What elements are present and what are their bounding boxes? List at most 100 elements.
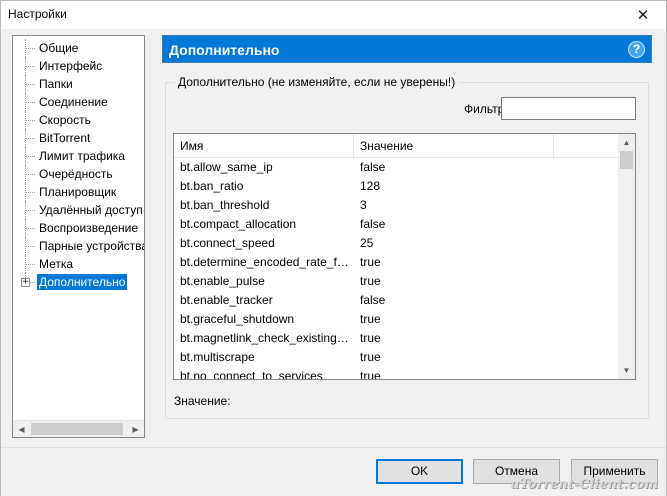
tree-connector [25, 111, 35, 129]
tree-item[interactable]: Общие [13, 39, 144, 57]
tree-connector [25, 129, 35, 147]
table-row[interactable]: bt.ban_threshold 3 [174, 196, 619, 215]
table-row[interactable]: bt.ban_ratio 128 [174, 177, 619, 196]
setting-value: true [360, 312, 381, 326]
dialog-footer: OK Отмена Применить uTorrent-Client.com [1, 447, 666, 496]
setting-value: false [360, 293, 386, 307]
setting-name: bt.determine_encoded_rate_fo... [180, 255, 352, 269]
setting-value: true [360, 331, 381, 345]
setting-name: bt.multiscrape [180, 350, 255, 364]
tree-item[interactable]: Планировщик [13, 183, 144, 201]
settings-list: Имя Значение bt.allow_same_ip false bt.ban… [173, 133, 636, 380]
tree-item[interactable]: Скорость [13, 111, 144, 129]
tree-connector [25, 237, 35, 255]
tree-item[interactable]: Удалённый доступ [13, 201, 144, 219]
table-row[interactable]: bt.allow_same_ip false [174, 158, 619, 177]
setting-value: 128 [360, 179, 381, 193]
setting-value: true [360, 274, 381, 288]
tree-item-label: Общие [39, 41, 79, 55]
tree-item[interactable]: + Дополнительно [13, 273, 144, 291]
setting-value: false [360, 160, 386, 174]
tree-horizontal-scrollbar[interactable]: ◀ ▶ [13, 420, 144, 437]
tree-connector [25, 255, 35, 273]
scrollbar-thumb[interactable] [620, 151, 633, 169]
list-header: Имя Значение [174, 134, 619, 158]
close-icon[interactable]: ✕ [620, 1, 666, 29]
tree-connector [25, 147, 35, 165]
title-bar[interactable]: Настройки ✕ [1, 1, 666, 29]
tree-item[interactable]: Соединение [13, 93, 144, 111]
table-row[interactable]: bt.graceful_shutdown true [174, 310, 619, 329]
setting-name: bt.allow_same_ip [180, 160, 273, 174]
setting-name: bt.ban_threshold [180, 198, 270, 212]
tree-item-label: Очерёдность [39, 167, 113, 181]
tree-item-label: Воспроизведение [39, 221, 139, 235]
tree-item-label: Дополнительно [37, 274, 128, 290]
help-icon[interactable]: ? [628, 41, 645, 58]
scroll-up-icon[interactable]: ▲ [618, 134, 635, 151]
tree-item[interactable]: Папки [13, 75, 144, 93]
filter-input[interactable] [501, 97, 636, 120]
value-label: Значение: [174, 394, 231, 408]
tree-item-label: Скорость [39, 113, 91, 127]
table-row[interactable]: bt.determine_encoded_rate_fo... true [174, 253, 619, 272]
tree-connector [25, 219, 35, 237]
tree-item-label: BitTorrent [39, 131, 91, 145]
list-vertical-scrollbar[interactable]: ▲ ▼ [618, 134, 635, 379]
tree-items: Общие Интерфейс Папки Соединение Скорость Bit… [13, 39, 144, 417]
tree-connector [25, 93, 35, 111]
setting-value: false [360, 217, 386, 231]
setting-name: bt.ban_ratio [180, 179, 244, 193]
setting-value: true [360, 350, 381, 364]
tree-connector [25, 165, 35, 183]
tree-item-label: Удалённый доступ [39, 203, 143, 217]
tree-item[interactable]: Метка [13, 255, 144, 273]
table-row[interactable]: bt.connect_speed 25 [174, 234, 619, 253]
tree-connector [25, 201, 35, 219]
tree-connector [25, 39, 35, 57]
tree-item-label: Метка [39, 257, 74, 271]
tree-item[interactable]: Парные устройства [13, 237, 144, 255]
scrollbar-thumb[interactable] [31, 423, 123, 435]
filter-label: Фильтр [464, 102, 505, 116]
table-row[interactable]: bt.enable_pulse true [174, 272, 619, 291]
setting-name: bt.enable_tracker [180, 293, 273, 307]
table-row[interactable]: bt.enable_tracker false [174, 291, 619, 310]
setting-value: 3 [360, 198, 367, 212]
table-row[interactable]: bt.multiscrape true [174, 348, 619, 367]
scroll-right-icon[interactable]: ▶ [127, 421, 144, 437]
tree-item-label: Интерфейс [39, 59, 103, 73]
panel-header: Дополнительно ? [162, 35, 652, 63]
column-header-name[interactable]: Имя [174, 134, 354, 158]
tree-item[interactable]: Воспроизведение [13, 219, 144, 237]
ok-button[interactable]: OK [376, 459, 463, 484]
tree-item[interactable]: Интерфейс [13, 57, 144, 75]
advanced-panel: Дополнительно ? Дополнительно (не изменя… [162, 35, 652, 425]
tree-item-label: Папки [39, 77, 73, 91]
setting-value: true [360, 255, 381, 269]
tree-item-label: Соединение [39, 95, 108, 109]
tree-item[interactable]: BitTorrent [13, 129, 144, 147]
setting-name: bt.connect_speed [180, 236, 275, 250]
setting-value: 25 [360, 236, 374, 250]
group-title: Дополнительно (не изменяйте, если не уве… [175, 75, 459, 89]
setting-value: true [360, 369, 381, 379]
table-row[interactable]: bt.compact_allocation false [174, 215, 619, 234]
scroll-left-icon[interactable]: ◀ [13, 421, 30, 437]
table-row[interactable]: bt.magnetlink_check_existing_... true [174, 329, 619, 348]
settings-window: Настройки ✕ Общие Интерфейс Папки Соединени… [0, 0, 667, 496]
tree-item[interactable]: Очерёдность [13, 165, 144, 183]
setting-name: bt.compact_allocation [180, 217, 297, 231]
setting-name: bt.enable_pulse [180, 274, 265, 288]
table-row[interactable]: bt.no_connect_to_services true [174, 367, 619, 379]
panel-title: Дополнительно [169, 42, 280, 58]
watermark-logo: uTorrent-Client.com [510, 477, 658, 492]
expand-icon[interactable]: + [21, 278, 30, 287]
tree-item-label: Планировщик [39, 185, 117, 199]
setting-name: bt.magnetlink_check_existing_... [180, 331, 352, 345]
column-header-empty [554, 134, 619, 158]
tree-item[interactable]: Лимит трафика [13, 147, 144, 165]
column-header-value[interactable]: Значение [354, 134, 554, 158]
scroll-down-icon[interactable]: ▼ [618, 362, 635, 379]
list-rows: bt.allow_same_ip false bt.ban_ratio 128 bt.b… [174, 158, 619, 379]
